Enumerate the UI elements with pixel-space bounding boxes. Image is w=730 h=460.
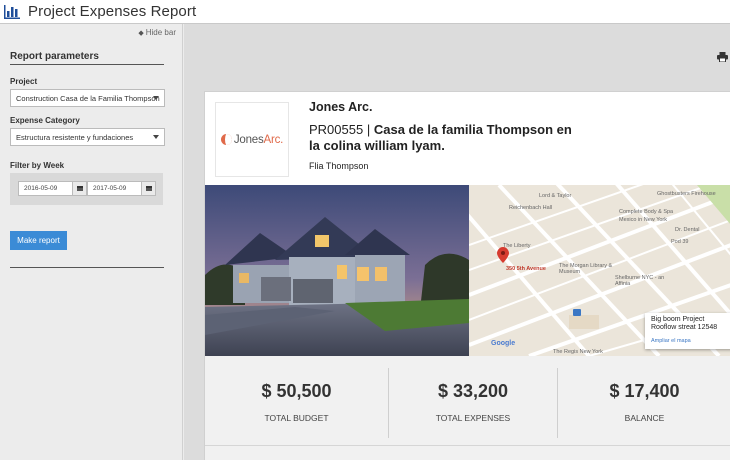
brand-mark-icon bbox=[220, 134, 232, 145]
location-map[interactable] bbox=[469, 185, 730, 356]
caret-left-icon: ◆ bbox=[138, 29, 144, 37]
enlarge-map-link[interactable]: Ampliar el mapa bbox=[651, 338, 729, 344]
dropdown-arrow-icon bbox=[153, 96, 159, 100]
sidebar: ◆ Hide bar Report parameters Project Con… bbox=[0, 24, 183, 460]
app-header: Project Expenses Report bbox=[0, 0, 730, 24]
bar-chart-icon bbox=[4, 4, 20, 19]
sidebar-heading: Report parameters bbox=[10, 51, 99, 62]
page-title: Project Expenses Report bbox=[28, 3, 197, 20]
project-label: Project bbox=[10, 77, 38, 86]
date-from-input[interactable]: 2016-05-09 bbox=[18, 181, 73, 196]
stat-label: TOTAL EXPENSES bbox=[435, 413, 511, 423]
divider bbox=[10, 267, 164, 268]
brand-text: Jones bbox=[233, 133, 264, 146]
make-report-button[interactable]: Make report bbox=[10, 231, 67, 250]
divider bbox=[10, 64, 164, 65]
stat-label: BALANCE bbox=[624, 413, 665, 423]
summary-stats: $ 50,500 TOTAL BUDGET $ 33,200 TOTAL EXP… bbox=[205, 356, 730, 460]
report-area: JonesArc. Jones Arc. PR00555 | Casa de l… bbox=[184, 24, 730, 460]
date-to-input[interactable]: 2017-05-09 bbox=[87, 181, 142, 196]
title-separator: | bbox=[366, 122, 371, 137]
calendar-icon bbox=[145, 186, 152, 191]
stat-label: TOTAL BUDGET bbox=[264, 413, 329, 423]
brand-text-accent: Arc. bbox=[263, 133, 284, 146]
week-filter: 2016-05-09 2017-05-09 bbox=[10, 173, 163, 205]
category-select-value: Estructura resistente y fundaciones bbox=[16, 132, 134, 142]
calendar-from-button[interactable] bbox=[72, 181, 87, 196]
dropdown-arrow-icon bbox=[153, 135, 159, 139]
project-select[interactable]: Construction Casa de la Familia Thompson bbox=[10, 89, 165, 107]
company-name: Jones Arc. bbox=[309, 100, 373, 114]
project-code: PR00555 bbox=[309, 122, 364, 137]
week-filter-label: Filter by Week bbox=[10, 161, 65, 170]
calendar-icon bbox=[76, 186, 83, 191]
client-name: Flia Thompson bbox=[309, 161, 369, 171]
calendar-to-button[interactable] bbox=[141, 181, 156, 196]
divider bbox=[205, 445, 730, 446]
hide-bar-label: Hide bar bbox=[145, 28, 176, 37]
project-select-value: Construction Casa de la Familia Thompson bbox=[16, 93, 160, 103]
category-select[interactable]: Estructura resistente y fundaciones bbox=[10, 128, 165, 146]
house-photo bbox=[205, 185, 469, 356]
printer-icon[interactable] bbox=[717, 52, 728, 62]
report-card: JonesArc. Jones Arc. PR00555 | Casa de l… bbox=[204, 91, 730, 460]
stat-value: $ 17,400 bbox=[609, 381, 680, 401]
project-title: PR00555 | Casa de la familia Thompson en… bbox=[309, 122, 579, 154]
category-label: Expense Category bbox=[10, 116, 80, 125]
hide-bar-toggle[interactable]: ◆ Hide bar bbox=[138, 28, 176, 37]
company-logo: JonesArc. bbox=[215, 102, 289, 177]
stat-value: $ 33,200 bbox=[437, 381, 509, 401]
stat-value: $ 50,500 bbox=[261, 381, 332, 401]
